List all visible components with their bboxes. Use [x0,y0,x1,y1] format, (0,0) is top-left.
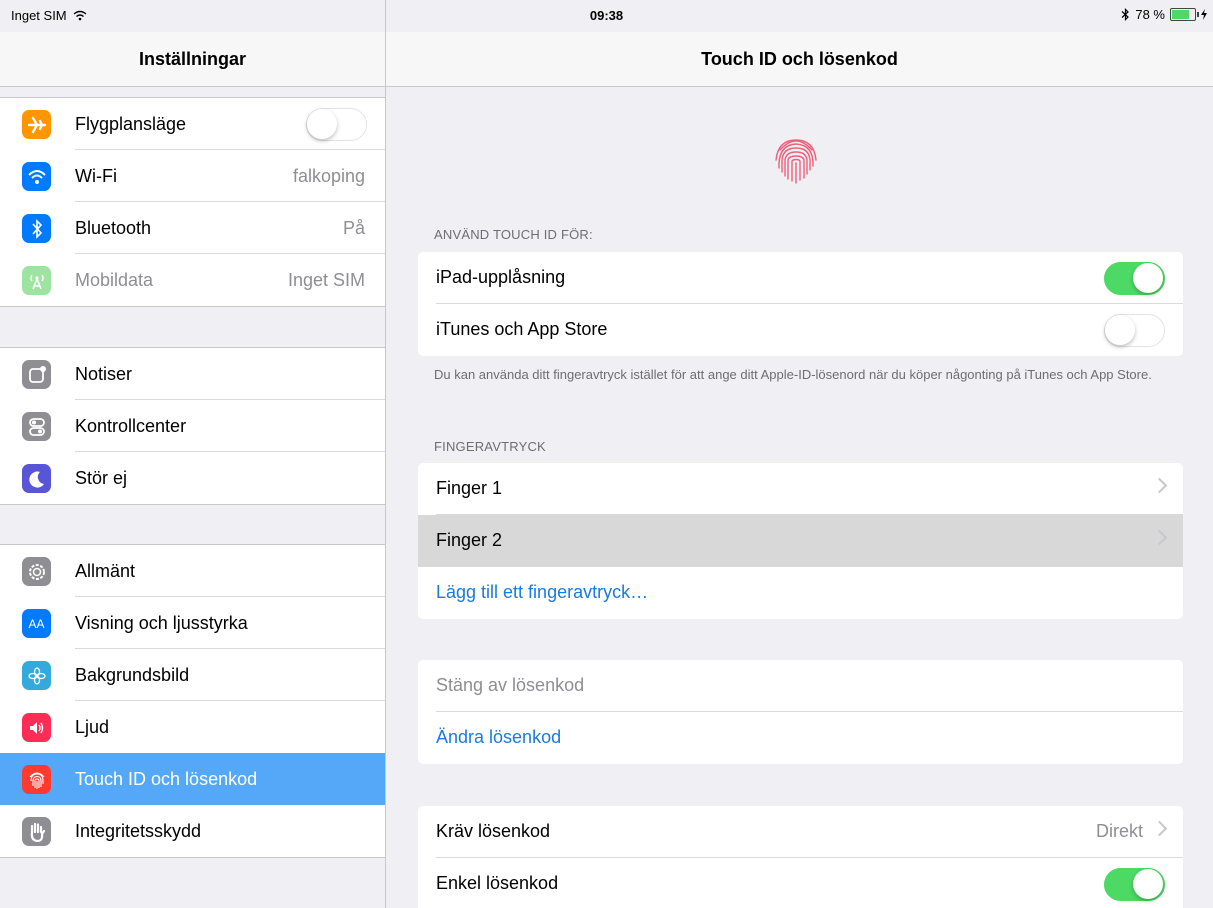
gear-icon [22,557,51,586]
finger-1-row[interactable]: Finger 1 [418,463,1183,515]
airplane-icon [22,110,51,139]
itunes-toggle[interactable] [1104,314,1165,347]
simple-passcode-toggle[interactable] [1104,868,1165,901]
cellular-value: Inget SIM [287,269,365,290]
sidebar-item-label: Visning och ljusstyrka [75,612,248,633]
sidebar-item-label: Mobildata [75,269,154,290]
wifi-icon [22,162,51,191]
itunes-footnote: Du kan använda ditt fingeravtryck iställ… [434,367,1152,382]
add-fingerprint-row[interactable]: Lägg till ett fingeravtryck… [418,567,1183,619]
require-passcode-value: Direkt [1095,821,1143,841]
touch-id-section-header: ANVÄND TOUCH ID FÖR: [434,227,593,242]
sidebar-item-wallpaper[interactable]: Bakgrundsbild [0,649,385,701]
sidebar-item-privacy[interactable]: Integritetsskydd [0,805,385,857]
ipad-unlock-label: iPad-upplåsning [436,267,566,287]
sidebar-item-label: Stör ej [75,467,128,488]
sidebar-title: Inställningar [0,32,385,87]
add-fingerprint-link: Lägg till ett fingeravtryck… [436,582,649,602]
simple-passcode-label: Enkel lösenkod [436,873,559,893]
wifi-network-value: falkoping [292,165,365,186]
sidebar-item-cellular[interactable]: Mobildata Inget SIM [0,254,385,306]
sidebar-item-display-brightness[interactable]: AA Visning och ljusstyrka [0,597,385,649]
toggle-knob [1133,869,1163,899]
chevron-right-icon [1151,477,1168,494]
sidebar-item-label: Bluetooth [75,217,152,238]
detail-pane: Touch ID och lösenkod ANVÄND TOUCH ID FÖ… [386,0,1213,908]
fingerprint-icon [22,765,51,794]
sidebar-item-label: Touch ID och lösenkod [75,768,258,789]
sidebar-item-label: Flygplansläge [75,113,187,134]
chevron-right-icon [1151,529,1168,546]
wallpaper-icon [22,661,51,690]
sidebar-group-notifications: Notiser Kontrollcenter Stör ej [0,347,385,505]
touch-id-usage-card: iPad-upplåsning iTunes och App Store [418,252,1183,356]
sidebar-item-label: Kontrollcenter [75,415,187,436]
cellular-icon [22,266,51,295]
fingerprint-icon [775,139,817,184]
control-center-icon [22,412,51,441]
airplane-mode-toggle[interactable] [306,108,367,141]
bluetooth-value: På [342,217,365,238]
change-passcode-link: Ändra lösenkod [436,727,562,747]
sidebar-item-label: Wi-Fi [75,165,117,186]
sidebar-item-wifi[interactable]: Wi-Fi falkoping [0,150,385,202]
turn-off-passcode-row[interactable]: Stäng av lösenkod [418,660,1183,712]
hand-icon [22,817,51,846]
toggle-knob [307,109,337,139]
sidebar-item-touch-id[interactable]: Touch ID och lösenkod [0,753,385,805]
sidebar-item-label: Ljud [75,716,110,737]
bluetooth-icon [22,214,51,243]
passcode-options-card: Kräv lösenkod Direkt Enkel lösenkod [418,806,1183,908]
sidebar-item-label: Integritetsskydd [75,820,202,841]
sidebar-group-general: Allmänt AA Visning och ljusstyrka Bakgru… [0,544,385,858]
sidebar-group-connectivity: Flygplansläge Wi-Fi falkoping Bluetooth … [0,97,385,307]
sidebar-item-bluetooth[interactable]: Bluetooth På [0,202,385,254]
sidebar-item-label: Notiser [75,363,133,384]
itunes-app-store-row: iTunes och App Store [418,304,1183,356]
turn-off-passcode-label: Stäng av lösenkod [436,675,585,695]
settings-sidebar: Inställningar Flygplansläge Wi-Fi falkop… [0,0,386,908]
passcode-card: Stäng av lösenkod Ändra lösenkod [418,660,1183,764]
sidebar-item-control-center[interactable]: Kontrollcenter [0,400,385,452]
simple-passcode-row: Enkel lösenkod [418,858,1183,908]
sidebar-item-airplane-mode[interactable]: Flygplansläge [0,98,385,150]
notifications-icon [22,360,51,389]
fingerprints-card: Finger 1 Finger 2 Lägg till ett fingerav… [418,463,1183,619]
sidebar-item-do-not-disturb[interactable]: Stör ej [0,452,385,504]
sidebar-item-label: Allmänt [75,560,136,581]
finger-2-row[interactable]: Finger 2 [418,515,1183,567]
sidebar-item-notifications[interactable]: Notiser [0,348,385,400]
moon-icon [22,464,51,493]
require-passcode-row[interactable]: Kräv lösenkod Direkt [418,806,1183,858]
require-passcode-label: Kräv lösenkod [436,821,551,841]
itunes-label: iTunes och App Store [436,319,608,339]
speaker-icon [22,713,51,742]
finger-2-label: Finger 2 [436,530,503,550]
display-icon: AA [22,609,51,638]
toggle-knob [1133,263,1163,293]
chevron-right-icon [1151,820,1168,837]
toggle-knob [1105,315,1135,345]
ipad-unlock-row: iPad-upplåsning [418,252,1183,304]
sidebar-item-label: Bakgrundsbild [75,664,190,685]
page-title: Touch ID och lösenkod [386,32,1213,87]
sidebar-item-general[interactable]: Allmänt [0,545,385,597]
finger-1-label: Finger 1 [436,478,503,498]
change-passcode-row[interactable]: Ändra lösenkod [418,712,1183,764]
fingerprints-section-header: FINGERAVTRYCK [434,439,546,454]
ipad-unlock-toggle[interactable] [1104,262,1165,295]
sidebar-item-sounds[interactable]: Ljud [0,701,385,753]
